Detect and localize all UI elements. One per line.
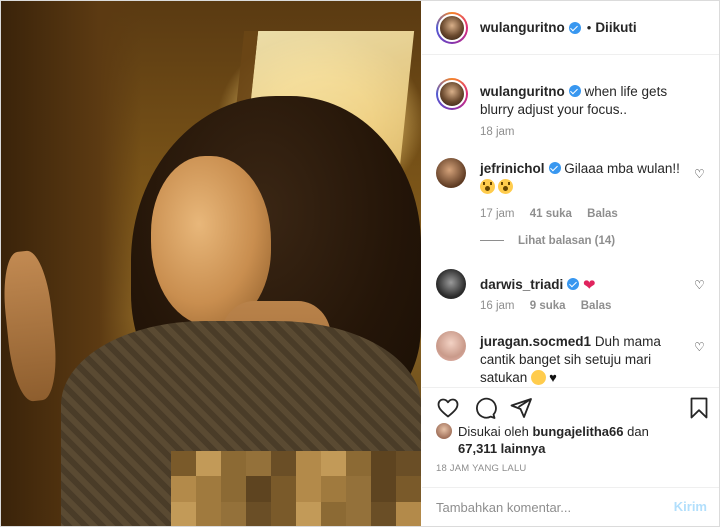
post-comment-button[interactable]: Kirim <box>674 499 707 514</box>
comment-likes[interactable]: 9 suka <box>530 300 566 312</box>
reply-button[interactable]: Balas <box>587 208 618 220</box>
comment-time: 17 jam <box>480 208 515 220</box>
author-username[interactable]: wulanguritno <box>480 20 565 35</box>
caption-avatar[interactable] <box>436 78 468 110</box>
comments-list[interactable]: wulanguritno when life gets blurry adjus… <box>422 56 719 386</box>
astonished-face-emoji <box>480 179 495 194</box>
astonished-face-emoji <box>498 179 513 194</box>
comment-username[interactable]: darwis_triadi <box>480 277 563 292</box>
caption-time: 18 jam <box>480 126 515 138</box>
comment-username[interactable]: juragan.socmed1 <box>480 334 591 349</box>
likes-count-button[interactable]: 67,311 lainnya <box>436 440 706 457</box>
comment-time: 16 jam <box>480 300 515 312</box>
author-avatar[interactable] <box>436 11 468 44</box>
likes-joiner: dan <box>627 424 649 439</box>
comment-like-heart-icon[interactable]: ♡ <box>694 341 706 353</box>
star-struck-emoji <box>531 370 547 385</box>
caption-meta: 18 jam <box>480 126 527 138</box>
liker-avatar <box>436 423 452 439</box>
comment-avatar[interactable] <box>436 331 466 361</box>
comment-like-heart-icon[interactable]: ♡ <box>694 279 706 291</box>
photo-censor-pixelation <box>171 451 421 526</box>
post-header: wulanguritno • Diikuti <box>422 1 719 55</box>
post-photo[interactable] <box>1 1 421 526</box>
comment-avatar[interactable] <box>436 158 466 188</box>
add-comment-bar: Kirim <box>422 487 719 526</box>
comment-like-heart-icon[interactable]: ♡ <box>694 168 706 180</box>
view-replies-button[interactable]: Lihat balasan (14) <box>480 235 615 247</box>
likes-summary: Disukai oleh bungajelitha66 dan 67,311 l… <box>436 423 706 457</box>
black-heart-emoji: ♥ <box>549 370 557 385</box>
follow-status-button[interactable]: Diikuti <box>595 20 636 35</box>
verified-icon <box>548 162 561 174</box>
red-heart-emoji: ❤ <box>583 277 596 294</box>
verified-icon <box>568 85 581 97</box>
caption-username[interactable]: wulanguritno <box>480 84 565 99</box>
comment-text: Gilaaa mba wulan!! <box>564 161 680 176</box>
post-side-panel: wulanguritno • Diikuti wulanguritno when… <box>422 1 719 526</box>
share-icon[interactable] <box>509 396 533 420</box>
verified-icon <box>567 278 580 290</box>
comment-meta: 16 jam 9 suka Balas <box>480 300 611 312</box>
comment-avatar[interactable] <box>436 269 466 299</box>
likes-prefix: Disukai oleh <box>458 424 529 439</box>
liker-username[interactable]: bungajelitha66 <box>532 424 623 439</box>
comment-input[interactable] <box>436 496 656 518</box>
comment-icon[interactable] <box>473 396 497 420</box>
post-timestamp: 18 JAM YANG LALU <box>436 463 527 474</box>
heart-icon[interactable] <box>436 396 460 420</box>
bookmark-icon[interactable] <box>687 396 711 420</box>
comment-likes[interactable]: 41 suka <box>530 208 572 220</box>
reply-button[interactable]: Balas <box>581 300 612 312</box>
verified-icon <box>568 21 581 34</box>
action-bar <box>422 387 719 427</box>
comment-meta: 17 jam 41 suka Balas <box>480 208 618 220</box>
comment-username[interactable]: jefrinichol <box>480 161 545 176</box>
separator-dot: • <box>586 20 592 35</box>
